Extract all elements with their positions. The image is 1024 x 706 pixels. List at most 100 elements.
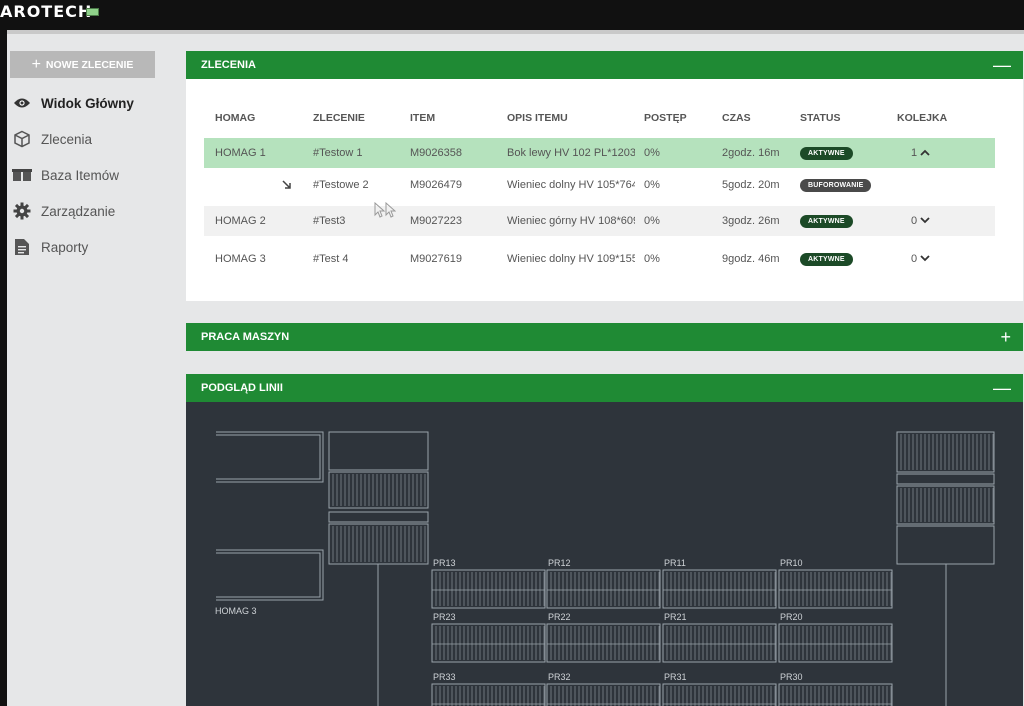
sidebar-item-management[interactable]: Zarządzanie xyxy=(11,201,115,221)
cube-icon xyxy=(11,129,33,149)
rack-label[interactable]: PR31 xyxy=(664,672,687,682)
progress-cell: 0% xyxy=(644,179,660,191)
order-cell: #Testowe 2 xyxy=(313,179,369,191)
queue-value: 0 xyxy=(911,253,918,265)
table-row[interactable]: HOMAG 1 #Testow 1 M9026358 Bok lewy HV 1… xyxy=(204,138,995,168)
new-order-label: NOWE ZLECENIE xyxy=(45,58,134,71)
homag-cell: HOMAG 2 xyxy=(215,215,266,227)
machines-panel-title: PRACA MASZYN xyxy=(201,331,290,343)
sidebar-item-items-base[interactable]: Baza Itemów xyxy=(11,165,119,185)
plus-icon: + xyxy=(31,55,41,73)
top-bar: AROTECH xyxy=(0,0,1024,30)
progress-cell: 0% xyxy=(644,147,660,159)
table-row[interactable]: HOMAG 3 #Test 4 M9027619 Wieniec dolny H… xyxy=(204,244,995,274)
collapse-toggle-icon[interactable]: — xyxy=(993,51,1011,79)
homag-cell: HOMAG 1 xyxy=(215,147,266,159)
time-cell: 3godz. 26m xyxy=(722,215,780,227)
table-row[interactable]: HOMAG 2 #Test3 M9027223 Wieniec górny HV… xyxy=(204,206,995,236)
rack-label[interactable]: PR23 xyxy=(433,612,456,622)
chevron-up-icon[interactable] xyxy=(920,147,930,159)
sidebar-item-label: Zarządzanie xyxy=(41,203,116,219)
station-label: HOMAG 3 xyxy=(215,606,257,616)
gear-icon xyxy=(11,201,33,221)
rack-label[interactable]: PR21 xyxy=(664,612,687,622)
sidebar-item-label: Raporty xyxy=(41,239,89,255)
rack-label[interactable]: PR22 xyxy=(548,612,571,622)
sidebar-item-orders[interactable]: Zlecenia xyxy=(11,129,92,149)
sidebar-item-reports[interactable]: Raporty xyxy=(11,237,88,257)
queue-value: 1 xyxy=(911,147,918,159)
item-cell: M9027619 xyxy=(410,253,462,265)
column-header: ZLECENIE xyxy=(313,112,365,124)
item-cell: M9026479 xyxy=(410,179,462,191)
report-icon xyxy=(11,237,33,257)
app-logo: AROTECH xyxy=(0,2,93,21)
column-header: KOLEJKA xyxy=(897,112,948,124)
rack-label[interactable]: PR32 xyxy=(548,672,571,682)
table-row[interactable]: #Testowe 2 M9026479 Wieniec dolny HV 105… xyxy=(204,170,995,200)
status-cell: BUFOROWANIE xyxy=(800,170,872,200)
order-cell: #Test 4 xyxy=(313,253,349,265)
item-cell: M9026358 xyxy=(410,147,462,159)
order-cell: #Testow 1 xyxy=(313,147,363,159)
sidebar-item-label: Zlecenia xyxy=(41,131,93,147)
progress-cell: 0% xyxy=(644,253,660,265)
rack-label[interactable]: PR12 xyxy=(548,558,571,568)
conveyor xyxy=(896,485,995,525)
status-cell: AKTYWNE xyxy=(800,138,853,168)
orders-panel-header[interactable]: ZLECENIA — xyxy=(186,51,1023,79)
desc-cell: Bok lewy HV 102 PL*1203 xyxy=(507,147,635,159)
rack-label[interactable]: PR30 xyxy=(780,672,803,682)
line-panel-title: PODGLĄD LINII xyxy=(201,382,283,394)
column-header: OPIS ITEMU xyxy=(507,112,568,124)
item-cell: M9027223 xyxy=(410,215,462,227)
queue-cell: 1 xyxy=(911,138,930,168)
chevron-down-icon[interactable] xyxy=(920,215,930,227)
expand-toggle-icon[interactable]: + xyxy=(1000,323,1011,351)
rack-label[interactable]: PR11 xyxy=(664,558,686,568)
desc-cell: Wieniec dolny HV 109*155 xyxy=(507,253,635,265)
chevron-down-icon[interactable] xyxy=(920,253,930,265)
status-badge: BUFOROWANIE xyxy=(800,178,872,192)
queue-cell: 0 xyxy=(911,206,930,236)
rack-label[interactable]: PR13 xyxy=(433,558,456,568)
progress-cell: 0% xyxy=(644,215,660,227)
rack-label[interactable]: PR33 xyxy=(433,672,456,682)
time-cell: 9godz. 46m xyxy=(722,253,780,265)
left-edge xyxy=(0,30,7,706)
desc-cell: Wieniec dolny HV 105*764 xyxy=(507,179,635,191)
sidebar-item-label: Baza Itemów xyxy=(41,167,120,183)
station-box xyxy=(328,431,429,471)
collapse-toggle-icon[interactable]: — xyxy=(993,374,1011,402)
sidebar-item-label: Widok Główny xyxy=(41,95,134,111)
status-badge: AKTYWNE xyxy=(800,146,853,160)
queue-cell: 0 xyxy=(911,244,930,274)
rack-label[interactable]: PR20 xyxy=(780,612,803,622)
column-header: HOMAG xyxy=(215,112,256,124)
machines-panel-header[interactable]: PRACA MASZYN + xyxy=(186,323,1023,351)
station-frame xyxy=(216,431,324,483)
queue-value: 0 xyxy=(911,215,918,227)
station-box xyxy=(896,525,995,565)
order-cell: #Test3 xyxy=(313,215,346,227)
arrow-down-right-icon xyxy=(282,170,292,200)
rack-label[interactable]: PR10 xyxy=(780,558,803,568)
time-cell: 5godz. 20m xyxy=(722,179,780,191)
column-header: STATUS xyxy=(800,112,841,124)
column-header: ITEM xyxy=(410,112,436,124)
station-box xyxy=(328,511,429,523)
station-box xyxy=(896,473,995,485)
status-cell: AKTYWNE xyxy=(800,244,853,274)
status-badge: AKTYWNE xyxy=(800,252,853,266)
line-panel-header[interactable]: PODGLĄD LINII — xyxy=(186,374,1023,402)
desc-cell: Wieniec górny HV 108*609 xyxy=(507,215,635,227)
boxes-icon xyxy=(11,165,33,185)
sidebar-item-main-view[interactable]: Widok Główny xyxy=(11,93,134,113)
new-order-button[interactable]: + NOWE ZLECENIE xyxy=(10,51,155,78)
language-flag-icon[interactable] xyxy=(86,8,99,16)
conveyor xyxy=(896,431,995,473)
homag-cell: HOMAG 3 xyxy=(215,253,266,265)
top-divider xyxy=(7,30,1024,34)
time-cell: 2godz. 16m xyxy=(722,147,780,159)
column-header: CZAS xyxy=(722,112,751,124)
